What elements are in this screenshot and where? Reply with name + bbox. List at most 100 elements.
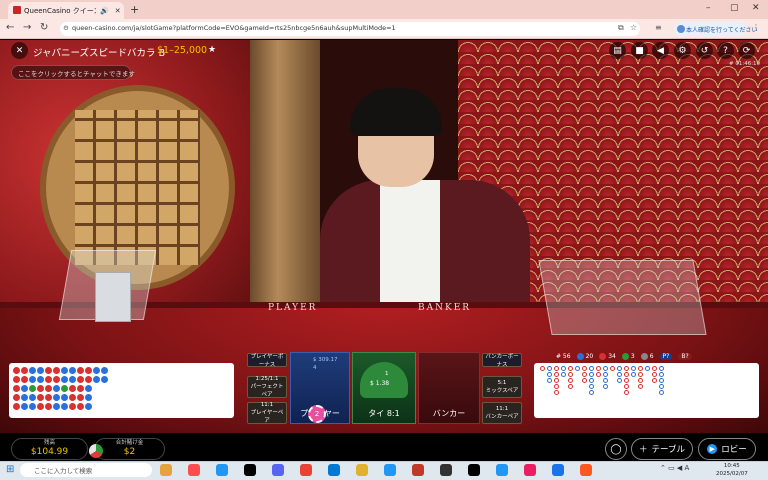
chat-input[interactable]: ここをクリックするとチャットできます (11, 65, 135, 80)
big-road-cell (554, 390, 559, 395)
big-road[interactable] (534, 363, 759, 418)
taskbar-app-icon[interactable] (328, 464, 340, 476)
bead-road-cell (61, 403, 68, 410)
help-icon[interactable]: ? (717, 42, 734, 59)
lobby-button[interactable]: ▶ ロビー (698, 438, 756, 460)
back-icon[interactable]: ← (6, 22, 14, 33)
big-road-cell (652, 378, 657, 383)
taskbar-app-icon[interactable] (384, 464, 396, 476)
taskbar-app-icon[interactable] (412, 464, 424, 476)
stats-bar: # 56 20 34 3 6 P? B? (556, 351, 756, 361)
big-road-cell (589, 372, 594, 377)
windows-start-icon[interactable]: ⊞ (6, 464, 14, 475)
taskbar-search[interactable]: ここに入力して検索 (20, 463, 152, 477)
big-road-cell (568, 372, 573, 377)
site-info-icon[interactable]: ⚙ (63, 24, 69, 32)
stat-total: # 56 (556, 352, 571, 360)
taskbar-app-icon[interactable] (496, 464, 508, 476)
banker-bonus-bet[interactable]: バンカーボーナス (482, 353, 522, 368)
taskbar-app-icon[interactable] (160, 464, 172, 476)
maximize-icon[interactable]: ▢ (730, 3, 739, 13)
round-id: # 01:46:10 (729, 61, 761, 67)
menu-icon[interactable]: ⋮ (752, 23, 760, 32)
banker-bet-spot[interactable]: バンカー (418, 352, 480, 424)
either-pair-bet[interactable]: 5:1 ミックスペア (482, 376, 522, 398)
forward-icon[interactable]: → (23, 22, 31, 33)
volume-icon[interactable]: ◀ (652, 42, 669, 59)
chat-toggle-button[interactable]: ◯ (605, 438, 627, 460)
bead-road-cell (77, 403, 84, 410)
fullscreen-icon[interactable]: ⟳ (738, 42, 755, 59)
big-road-cell (575, 366, 580, 371)
reload-icon[interactable]: ↻ (40, 22, 48, 33)
card-shoe (538, 260, 707, 335)
big-road-cell (617, 366, 622, 371)
balance-display: 残高 $104.99 (11, 438, 88, 460)
tie-bet-count: 1 (385, 371, 389, 377)
placed-chip[interactable]: 2 (308, 405, 326, 423)
taskbar-app-icon[interactable] (300, 464, 312, 476)
big-road-cell (547, 372, 552, 377)
big-road-cell (638, 384, 643, 389)
bead-road-cell (53, 367, 60, 374)
speaker-icon[interactable]: 🔊 (100, 7, 109, 15)
bead-road-cell (37, 394, 44, 401)
big-road-cell (610, 366, 615, 371)
dealer-shirt (380, 180, 440, 310)
bead-road-cell (29, 385, 36, 392)
perfect-pair-bet[interactable]: 1:25/1:1 パーフェクトペア (247, 376, 287, 398)
bead-road-cell (53, 394, 60, 401)
taskbar-app-icon[interactable] (188, 464, 200, 476)
close-window-icon[interactable]: ✕ (752, 3, 760, 13)
bead-road-cell (29, 403, 36, 410)
player-pair-bet[interactable]: 11:1 プレイヤーペア (247, 402, 287, 424)
balance-value: $104.99 (30, 447, 69, 457)
big-road-cell (659, 384, 664, 389)
bead-road-cell (37, 367, 44, 374)
taskbar-app-icon[interactable] (244, 464, 256, 476)
taskbar-app-icon[interactable] (272, 464, 284, 476)
player-bonus-bet[interactable]: プレイヤーボーナス (247, 353, 287, 368)
browser-tab[interactable]: QueenCasino クイーンカジノ | 🔊 ✕ (8, 2, 124, 19)
extensions-icon[interactable]: ≡ (655, 23, 662, 32)
minimize-icon[interactable]: – (706, 3, 711, 13)
taskbar-app-icon[interactable] (216, 464, 228, 476)
big-road-cell (561, 372, 566, 377)
taskbar-app-icon[interactable] (440, 464, 452, 476)
taskbar-app-icon[interactable] (524, 464, 536, 476)
history-icon[interactable]: ↺ (696, 42, 713, 59)
bead-road[interactable] (9, 363, 234, 418)
bead-road-cell (29, 394, 36, 401)
table-button[interactable]: ＋ テーブル (631, 438, 693, 460)
profile-label: 本人確認を行ってください (686, 26, 758, 34)
new-tab-button[interactable]: + (130, 3, 139, 16)
favorite-star-icon[interactable]: ★ (208, 45, 216, 55)
banker-predict[interactable]: B? (678, 352, 692, 360)
settings-icon[interactable]: ⚙ (674, 42, 691, 59)
clock[interactable]: 10:45 2025/02/07 (716, 462, 748, 478)
chat-icon[interactable]: ▤ (609, 42, 626, 59)
banker-pair-bet[interactable]: 11:1 バンカーペア (482, 402, 522, 424)
big-road-cell (659, 378, 664, 383)
bookmark-star-icon[interactable]: ☆ (630, 23, 637, 32)
dealer-hair (350, 88, 442, 136)
big-road-cell (659, 366, 664, 371)
big-road-cell (624, 378, 629, 383)
profile-chip[interactable]: 本人確認を行ってください (674, 22, 758, 36)
tab-close-icon[interactable]: ✕ (115, 7, 121, 15)
bet-limits[interactable]: $1–25,000 (157, 45, 207, 56)
taskbar-app-icon[interactable] (468, 464, 480, 476)
close-game-icon[interactable]: ✕ (11, 42, 28, 59)
player-predict[interactable]: P? (659, 352, 673, 360)
bead-road-cell (21, 376, 28, 383)
big-road-cell (624, 366, 629, 371)
taskbar-app-icon[interactable] (580, 464, 592, 476)
video-icon[interactable]: ■ (631, 42, 648, 59)
bead-road-cell (77, 367, 84, 374)
cast-icon[interactable]: ⧉ (618, 23, 624, 33)
stat-banker: 34 (599, 352, 616, 360)
system-tray[interactable]: ⌃ ▭ ◀ A (660, 464, 689, 472)
tab-title: QueenCasino クイーンカジノ | (24, 6, 96, 15)
taskbar-app-icon[interactable] (552, 464, 564, 476)
taskbar-app-icon[interactable] (356, 464, 368, 476)
